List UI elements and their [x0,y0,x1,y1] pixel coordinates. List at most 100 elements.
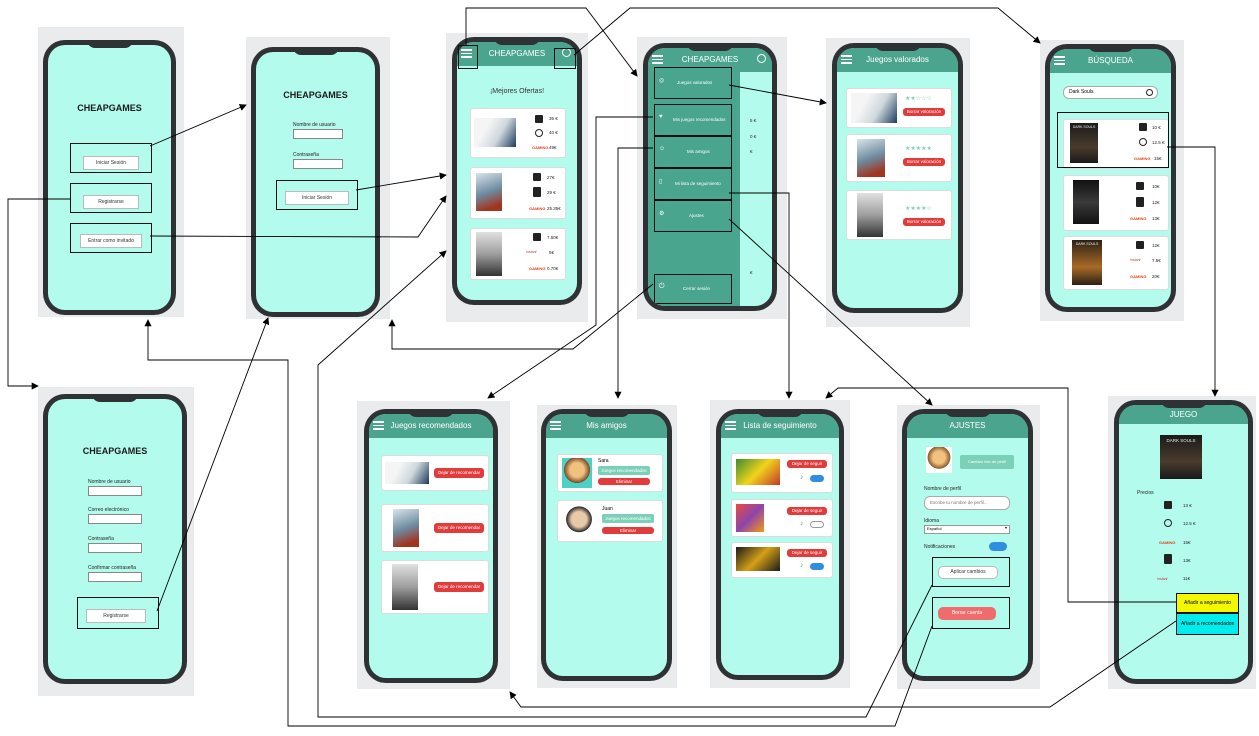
notch [1087,44,1134,52]
friend-card[interactable]: Juan Juegos recomendados Eliminar [557,500,663,542]
notch [874,43,921,51]
stop-recommend-button[interactable]: Dejar de recomendar [434,523,484,533]
notify-toggle[interactable] [810,521,824,528]
drawer-item-recommended[interactable]: ♥ Mis juegos recomendados [654,104,732,136]
highlight-start [70,143,152,173]
language-select[interactable]: Español ▾ [924,525,1010,534]
email-input[interactable] [88,514,142,524]
phone-rated: Juegos valorados ★★☆☆☆ Borrar valoración… [832,43,963,313]
user-input[interactable] [293,129,343,139]
search-icon[interactable] [757,54,766,63]
game-card[interactable]: 35 € 40 € GAMING 49€ [470,108,566,158]
add-to-recommended-button[interactable]: Añadir a recomendados [1176,613,1239,635]
drawer-item-friends[interactable]: ☺ Mis amigos [654,136,732,168]
email-label: Correo electrónico [88,507,129,513]
menu-icon[interactable] [652,53,663,65]
price: 35 € [549,116,558,121]
gaming-logo: GAMING [1130,274,1147,279]
delete-friend-button[interactable]: Eliminar [598,478,650,485]
menu-icon[interactable] [373,419,384,431]
price: 40 € [549,130,558,135]
screen: Juegos recomendados Dejar de recomendar … [369,414,493,678]
add-to-watchlist-button[interactable]: Añadir a seguimiento [1176,593,1239,613]
notify-toggle[interactable] [810,475,824,482]
drawer-item-watchlist[interactable]: ▯ Mi lista de seguimiento [654,168,732,200]
header-title: Mis amigos [586,421,627,430]
stop-recommend-button[interactable]: Dejar de recomendar [434,582,484,592]
watch-card[interactable]: Dejar de seguir ♪ [731,542,833,578]
menu-icon[interactable] [725,419,736,431]
recommended-card[interactable]: Dejar de recomendar [381,560,489,614]
change-photo-button[interactable]: Cambiar foto de perfil [960,455,1014,469]
logout-button[interactable]: ⏻ Cerrar sesión [654,274,732,304]
rated-card[interactable]: ★★☆☆☆ Borrar valoración [846,88,952,128]
ps-icon [535,129,543,137]
pass-input[interactable] [293,159,343,169]
cod-thumb [392,564,418,610]
prices-label: Precios [1137,490,1154,496]
game-card[interactable]: 7.50€ Instant 5€ GAMING 0.70€ [470,228,566,280]
pass-label: Contraseña [88,536,114,542]
app-title: CHEAPGAMES [77,103,142,113]
fifa-thumb [851,93,897,123]
pass-input[interactable] [88,543,142,553]
steam-icon [533,173,541,181]
highlight-delete [932,597,1010,629]
unfollow-button[interactable]: Dejar de seguir [787,507,827,515]
search-input[interactable]: Dark Souls [1063,86,1158,99]
game-card[interactable]: 27€ 29 € GAMING 25.35€ [470,167,566,219]
header-title: JUEGO [1169,410,1198,419]
game-thumb [736,459,780,485]
rated-card[interactable]: ★★★★☆ Borrar valoración [846,190,952,240]
delete-rating-button[interactable]: Borrar valoración [903,158,945,166]
user-input[interactable] [88,486,142,496]
notify-toggle[interactable] [810,563,824,570]
friend-games-button[interactable]: Juegos recomendados [598,466,650,475]
drawer-item-label: Mis amigos [687,149,710,154]
recommended-card[interactable]: Dejar de recomendar [381,455,489,491]
avatar [562,504,596,538]
menu-icon[interactable] [841,53,852,65]
stop-recommend-button[interactable]: Dejar de recomendar [434,468,484,478]
language-value: Español [927,526,942,531]
delete-rating-button[interactable]: Borrar valoración [903,218,945,226]
notch [408,409,454,417]
watch-card[interactable]: Dejar de seguir ♪ [731,453,833,493]
menu-icon[interactable] [550,419,561,431]
gaming-logo: GAMING [1130,216,1147,221]
gaming-logo: GAMING [1159,540,1176,545]
notch [292,47,339,55]
partial-price: 5 € [750,118,757,123]
search-result[interactable]: DARK SOULS 12€ Instant 7.5€ GAMING 20€ [1063,236,1169,290]
notch [86,40,133,48]
power-icon: ⏻ [659,283,665,290]
chevron-down-icon: ▾ [1004,525,1007,530]
friend-card[interactable]: Sara Juegos recomendados Eliminar [557,454,663,492]
profile-name-input[interactable]: Escribe tu nombre de perfil... [924,496,1010,510]
star-icon: ★★★★★ [905,146,932,152]
delete-friend-button[interactable]: Eliminar [602,527,654,534]
rated-card[interactable]: ★★★★★ Borrar valoración [846,134,952,182]
friend-games-button[interactable]: Juegos recomendados [602,514,654,523]
header-title: BÚSQUEDA [1088,56,1133,65]
phone-search: BÚSQUEDA Dark Souls DARK SOULS 10 € 12.5… [1045,44,1176,312]
confirm-input[interactable] [88,572,142,582]
phone-login: CHEAPGAMES Iniciar Sesión Registrarse En… [43,40,176,315]
phone-recommended: Juegos recomendados Dejar de recomendar … [364,409,498,683]
recommended-card[interactable]: Dejar de recomendar [381,504,489,552]
gow-thumb [393,509,419,547]
notifications-toggle[interactable] [989,542,1007,551]
watch-card[interactable]: Dejar de seguir ♪ [731,499,833,537]
bell-icon: ♪ [800,562,804,569]
delete-rating-button[interactable]: Borrar valoración [903,108,945,116]
price: 25.35€ [547,206,561,211]
header-title: CHEAPGAMES [488,49,546,58]
menu-icon[interactable] [1054,54,1065,66]
unfollow-button[interactable]: Dejar de seguir [787,460,827,468]
drawer-item-rated[interactable]: ◎ Juegos valorados [654,67,732,99]
drawer-item-settings[interactable]: ⚙ Ajustes [654,200,732,232]
screen: AJUSTES Cambiar foto de perfil Nombre de… [907,414,1028,676]
cover-title: DARK SOULS [1075,242,1099,246]
unfollow-button[interactable]: Dejar de seguir [787,549,827,557]
search-result[interactable]: 10€ 12€ GAMING 13€ [1063,175,1169,231]
